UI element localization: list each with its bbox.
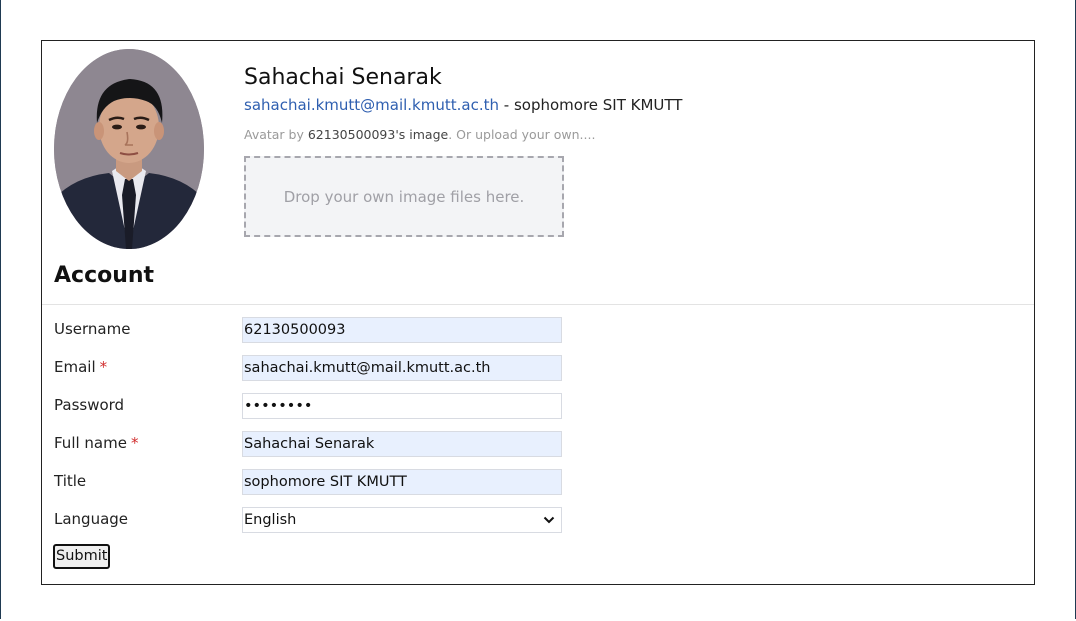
- profile-name: Sahachai Senarak: [244, 65, 442, 90]
- fullname-row: Full name *: [54, 431, 564, 457]
- email-input[interactable]: [242, 355, 562, 381]
- email-row: Email *: [54, 355, 564, 381]
- email-label: Email *: [54, 358, 107, 376]
- username-label: Username: [54, 320, 131, 338]
- avatar-note-owner: 62130500093's image: [307, 127, 449, 142]
- title-row: Title: [54, 469, 564, 495]
- image-dropzone[interactable]: Drop your own image files here.: [244, 156, 564, 237]
- password-input[interactable]: [242, 393, 562, 419]
- avatar-note-suffix[interactable]: . Or upload your own....: [448, 127, 595, 142]
- dropzone-text: Drop your own image files here.: [283, 187, 525, 206]
- required-marker: *: [130, 434, 139, 452]
- email-label-text: Email: [54, 358, 96, 376]
- required-marker: *: [99, 358, 108, 376]
- username-row: Username: [54, 317, 564, 343]
- chevron-down-icon: [543, 516, 555, 524]
- account-heading: Account: [54, 263, 155, 288]
- profile-separator: -: [499, 96, 514, 114]
- profile-subtitle: sahachai.kmutt@mail.kmutt.ac.th - sophom…: [244, 96, 682, 114]
- title-label: Title: [54, 472, 87, 490]
- fullname-input[interactable]: [242, 431, 562, 457]
- fullname-label: Full name *: [54, 434, 138, 452]
- language-select[interactable]: English: [242, 507, 562, 533]
- title-input[interactable]: [242, 469, 562, 495]
- avatar-photo: [54, 49, 204, 249]
- language-label: Language: [54, 510, 129, 528]
- avatar: [54, 49, 204, 249]
- submit-button[interactable]: Submit: [53, 544, 111, 569]
- language-selected-value: English: [244, 512, 297, 528]
- username-input[interactable]: [242, 317, 562, 343]
- password-label: Password: [54, 396, 125, 414]
- language-row: Language English: [54, 507, 564, 533]
- password-row: Password: [54, 393, 564, 419]
- profile-panel: Sahachai Senarak sahachai.kmutt@mail.kmu…: [41, 40, 1035, 585]
- profile-email-link[interactable]: sahachai.kmutt@mail.kmutt.ac.th: [244, 96, 499, 114]
- fullname-label-text: Full name: [54, 434, 127, 452]
- avatar-note-prefix: Avatar by: [244, 127, 308, 142]
- section-divider: [42, 304, 1034, 305]
- profile-title: sophomore SIT KMUTT: [513, 96, 683, 114]
- avatar-note: Avatar by 62130500093's image. Or upload…: [244, 127, 595, 142]
